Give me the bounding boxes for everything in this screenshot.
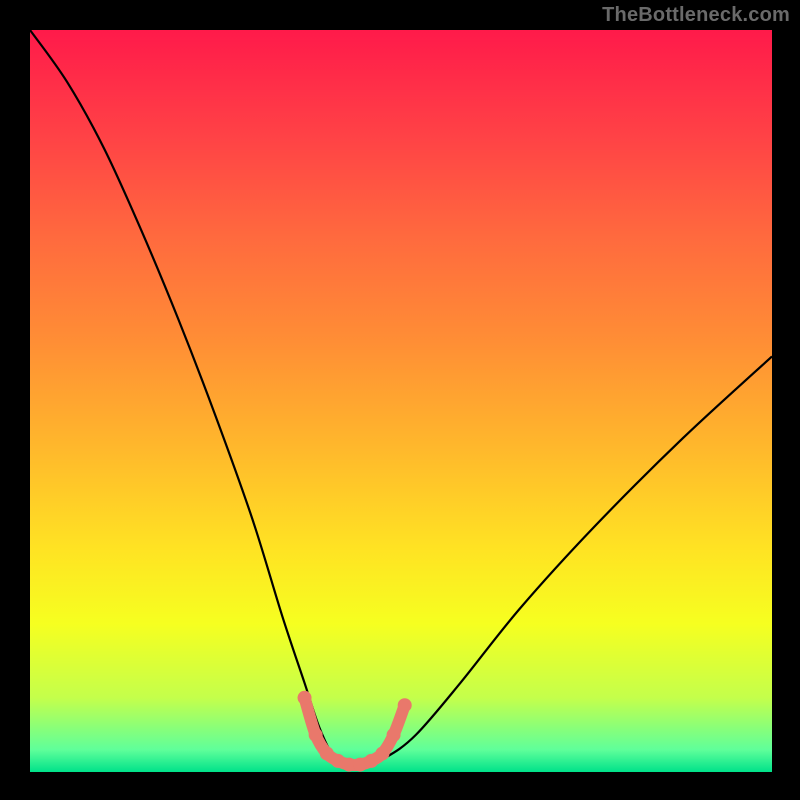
attribution-label: TheBottleneck.com: [602, 4, 790, 27]
valley-point: [398, 698, 412, 712]
valley-point: [309, 728, 323, 742]
valley-point: [375, 746, 389, 760]
chart-container: TheBottleneck.com: [0, 0, 800, 800]
bottleneck-chart: [0, 0, 800, 800]
gradient-background: [30, 30, 772, 772]
valley-point: [298, 691, 312, 705]
valley-point: [387, 728, 401, 742]
